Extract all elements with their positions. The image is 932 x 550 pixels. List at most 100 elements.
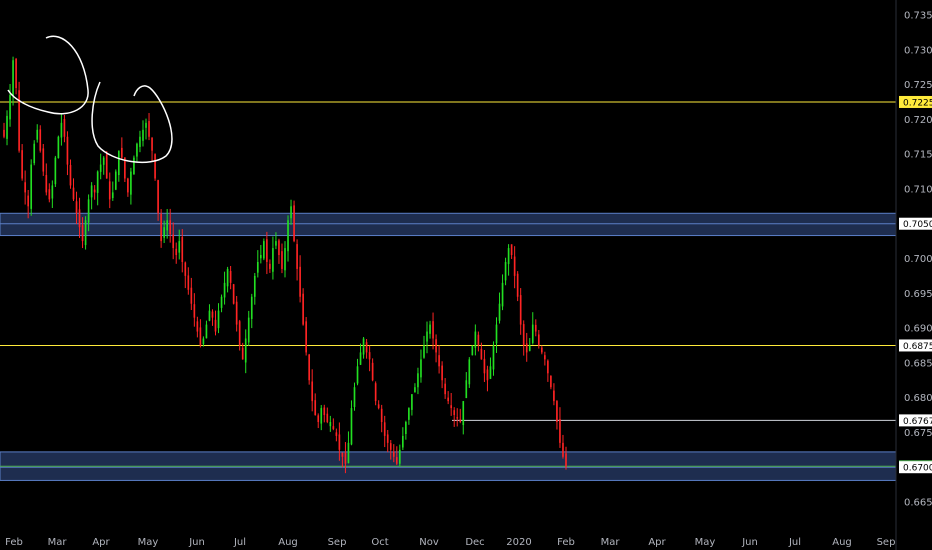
candle-body xyxy=(84,220,87,246)
price-label-text: 0.68750 xyxy=(903,342,932,352)
candle-body xyxy=(480,348,483,360)
y-tick-label: 0.68500 xyxy=(904,358,932,369)
candle-body xyxy=(441,365,443,381)
candle-body xyxy=(121,147,123,158)
candle-body xyxy=(559,419,561,443)
candle-body xyxy=(75,201,78,214)
candle-body xyxy=(163,227,165,238)
candle-body xyxy=(33,143,36,164)
candle-body xyxy=(377,404,380,409)
candle-body xyxy=(211,311,214,318)
candle-body xyxy=(133,157,135,175)
candle-body xyxy=(498,303,501,321)
candle-body xyxy=(114,171,117,190)
candle-body xyxy=(90,185,93,198)
candle-body xyxy=(468,359,471,385)
candle-body xyxy=(420,359,422,378)
x-tick-label: Aug xyxy=(278,537,298,548)
candle-body xyxy=(108,181,111,200)
candle-body xyxy=(214,319,217,332)
candle-body xyxy=(504,261,507,281)
candle-body xyxy=(302,293,304,325)
candle-body xyxy=(226,268,229,287)
x-tick-label: Nov xyxy=(419,537,439,548)
candle-body xyxy=(547,360,549,374)
candle-body xyxy=(48,189,51,200)
candle-body xyxy=(556,401,558,422)
candle-body xyxy=(562,442,564,457)
candle-body xyxy=(540,347,543,353)
candle-body xyxy=(296,244,298,269)
candle-body xyxy=(380,408,383,422)
x-tick-label: Sep xyxy=(877,537,896,548)
candle-body xyxy=(320,408,323,424)
candle-body xyxy=(202,338,205,344)
price-axis[interactable]: 0.73500 0.73000 0.72500 0.72000 0.71500 0.710… xyxy=(904,11,932,509)
candle-body xyxy=(145,122,147,128)
y-tick-label: 0.69000 xyxy=(904,324,932,335)
candle-body xyxy=(450,405,453,409)
candle-body xyxy=(60,122,63,138)
x-tick-label: Jun xyxy=(741,537,758,548)
y-tick-label: 0.72000 xyxy=(904,115,932,126)
x-tick-label: Aug xyxy=(832,537,852,548)
candle-body xyxy=(290,206,292,219)
candle-body xyxy=(39,129,42,151)
candle-body xyxy=(359,352,362,365)
candle-body xyxy=(411,394,413,410)
candle-body xyxy=(190,287,193,304)
candle-body xyxy=(371,362,374,381)
candle-body xyxy=(323,407,326,416)
candle-body xyxy=(193,304,196,318)
candle-body xyxy=(338,434,341,450)
candle-body xyxy=(259,255,262,259)
zone-rect[interactable] xyxy=(0,212,897,237)
candle-body xyxy=(24,182,26,193)
candle-body xyxy=(266,239,268,262)
candle-body xyxy=(275,241,277,246)
candle-body xyxy=(151,137,153,151)
candle-body xyxy=(510,244,513,256)
y-tick-label: 0.67500 xyxy=(904,428,932,439)
candle-body xyxy=(522,324,525,346)
candle-body xyxy=(429,324,431,334)
candle-body xyxy=(184,262,187,276)
candle-body xyxy=(495,324,498,344)
candle-body xyxy=(465,380,468,399)
candle-body xyxy=(383,422,386,436)
price-chart[interactable]: 0.73500 0.73000 0.72500 0.72000 0.71500 0.710… xyxy=(0,0,932,550)
candle-body xyxy=(3,129,5,137)
y-tick-label: 0.66500 xyxy=(904,498,932,509)
candle-body xyxy=(220,296,223,308)
candle-body xyxy=(293,205,295,242)
candle-body xyxy=(205,324,208,339)
candle-body xyxy=(21,150,23,179)
y-tick-label: 0.70000 xyxy=(904,254,932,265)
candle-body xyxy=(272,248,274,272)
candle-body xyxy=(308,354,311,381)
candle-body xyxy=(99,164,102,172)
candle-body xyxy=(444,383,446,395)
candle-body xyxy=(462,401,465,426)
candle-body xyxy=(516,273,519,297)
candle-body xyxy=(63,119,66,137)
candle-body xyxy=(374,383,377,402)
candle-body xyxy=(36,129,39,140)
x-tick-label: Jul xyxy=(233,537,246,548)
candle-body xyxy=(69,164,72,186)
candle-body xyxy=(299,266,301,297)
candle-body xyxy=(438,355,440,367)
candle-body xyxy=(172,234,175,249)
candle-body xyxy=(229,271,232,283)
candle-body xyxy=(565,453,567,467)
candle-body xyxy=(534,324,537,332)
candle-body xyxy=(447,397,449,402)
candle-body xyxy=(432,321,434,339)
candle-body xyxy=(30,164,33,209)
x-tick-label: Apr xyxy=(92,537,110,548)
y-tick-label: 0.73500 xyxy=(904,11,932,22)
candle-body xyxy=(187,275,190,290)
candle-body xyxy=(456,417,459,419)
candle-body xyxy=(105,154,108,179)
y-tick-label: 0.68000 xyxy=(904,393,932,404)
